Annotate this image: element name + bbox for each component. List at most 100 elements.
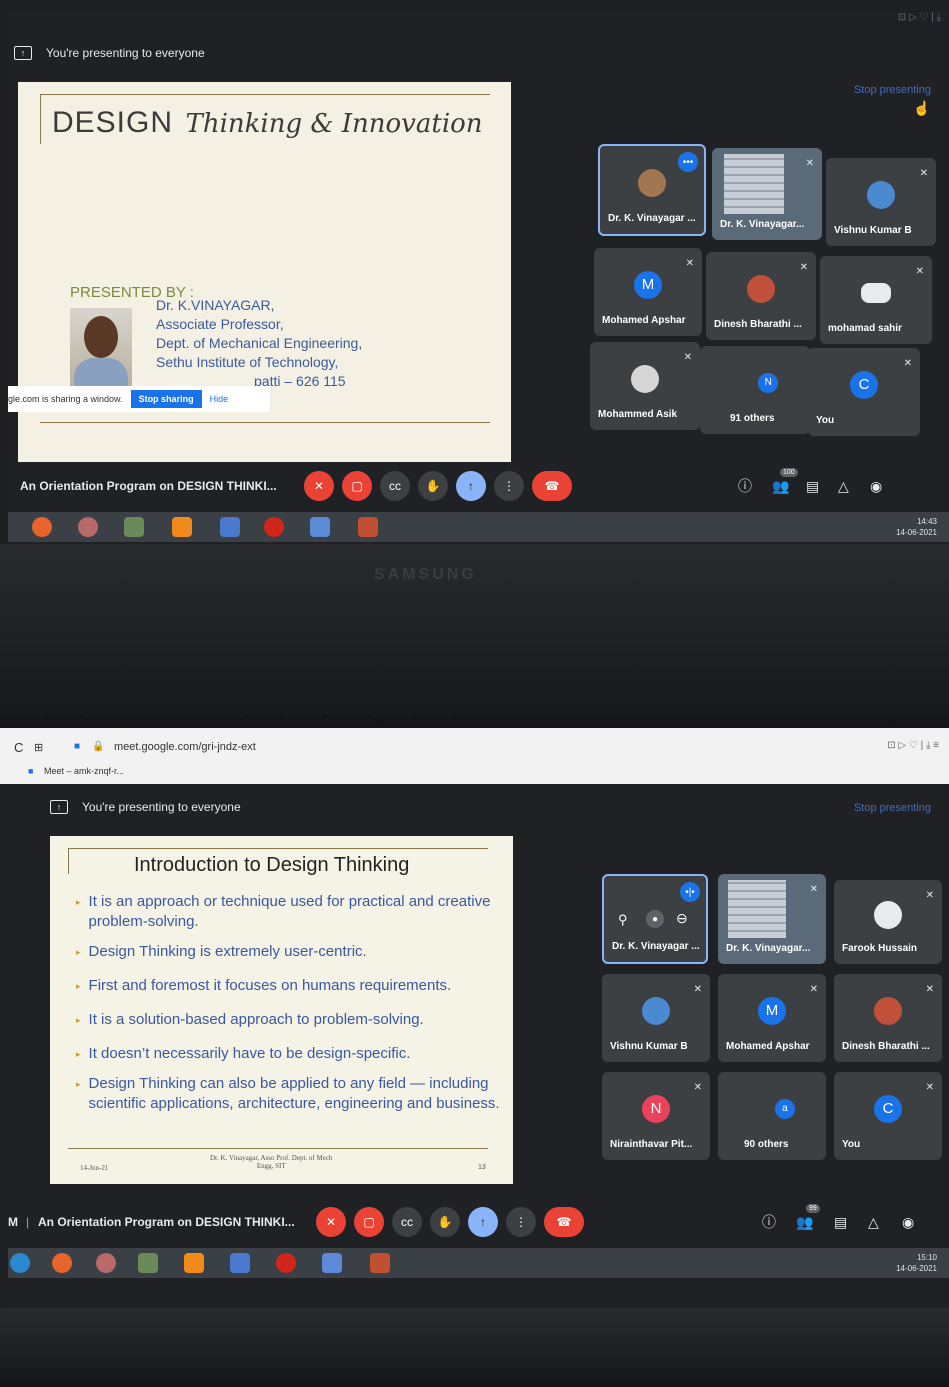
participant-tile[interactable]: ✕ Vishnu Kumar B	[602, 974, 710, 1062]
self-tile[interactable]: ✕ C You	[808, 348, 920, 436]
self-presenter-tile[interactable]: •|• ⚲ ● ⊖ Dr. K. Vinayagar ...	[602, 874, 708, 964]
self-tile[interactable]: ✕ C You	[834, 1072, 942, 1160]
participant-tile[interactable]: ••• Dr. K. Vinayagar ...	[598, 144, 706, 236]
powerpoint-icon[interactable]	[370, 1253, 390, 1273]
pin-icon[interactable]: ⚲	[618, 912, 628, 928]
info-icon[interactable]: ⓘ	[738, 476, 752, 496]
participant-tile[interactable]: ✕ M Mohamed Apshar	[594, 248, 702, 336]
others-tile[interactable]: a 90 others	[718, 1072, 826, 1160]
participant-avatar: N	[642, 1094, 670, 1123]
participant-photo	[867, 180, 895, 209]
host-controls-icon[interactable]: ◉	[870, 478, 882, 495]
edge-icon[interactable]	[10, 1253, 30, 1273]
activities-icon[interactable]: △	[868, 1214, 879, 1231]
present-button[interactable]: ↑	[456, 471, 486, 501]
participant-tile[interactable]: ✕ Farook Hussain	[834, 880, 942, 964]
presenting-text: You're presenting to everyone	[46, 46, 205, 60]
opera-icon[interactable]	[276, 1253, 296, 1273]
app-icon[interactable]	[138, 1253, 158, 1273]
participant-tile[interactable]: ✕ Dr. K. Vinayagar...	[712, 148, 822, 240]
participant-photo	[861, 282, 891, 303]
host-controls-icon[interactable]: ◉	[902, 1214, 914, 1231]
audio-level-icon: •|•	[680, 882, 700, 902]
app-icon[interactable]	[220, 517, 240, 537]
app-icon[interactable]	[124, 517, 144, 537]
participant-tile[interactable]: ✕ Dinesh Bharathi ...	[834, 974, 942, 1062]
cursor-icon: ☝	[913, 100, 931, 116]
more-options-button[interactable]: ⋮	[494, 471, 524, 501]
stop-sharing-button[interactable]: Stop sharing	[130, 390, 202, 408]
apps-icon[interactable]: ⊞	[34, 741, 43, 754]
activities-icon[interactable]: △	[838, 478, 849, 495]
participant-tile[interactable]: ✕ Mohammed Asik	[590, 342, 700, 430]
remove-icon[interactable]: ⊖	[676, 910, 688, 927]
mic-off-icon: ✕	[925, 890, 934, 901]
mic-off-icon: ✕	[919, 168, 928, 179]
leave-call-button[interactable]: ☎	[544, 1207, 584, 1237]
stop-presenting-link[interactable]: Stop presenting	[854, 84, 931, 96]
hide-sharing-button[interactable]: Hide	[210, 394, 229, 404]
more-options-button[interactable]: ⋮	[506, 1207, 536, 1237]
camera-off-button[interactable]: ▢	[354, 1207, 384, 1237]
present-screen-icon: ↑	[50, 800, 68, 814]
meeting-title: An Orientation Program on DESIGN THINKI.…	[20, 479, 277, 493]
raise-hand-button[interactable]: ✋	[418, 471, 448, 501]
powerpoint-icon[interactable]	[358, 517, 378, 537]
participant-tile[interactable]: ✕ mohamad sahir	[820, 256, 932, 344]
mic-off-icon: ✕	[925, 984, 934, 995]
address-bar[interactable]: meet.google.com/gri-jndz-ext	[114, 741, 256, 753]
browser-bar: C ⊞ ■ 🔒 meet.google.com/gri-jndz-ext ■ M…	[0, 728, 949, 784]
mic-icon[interactable]: ●	[646, 910, 664, 928]
mic-off-icon: ✕	[693, 1082, 702, 1093]
firefox-icon[interactable]	[32, 517, 52, 537]
more-options-icon[interactable]: •••	[678, 152, 698, 172]
participant-name: Dr. K. Vinayagar...	[726, 943, 811, 954]
info-icon[interactable]: ⓘ	[762, 1212, 776, 1232]
meet-screen-top: ⊡ ▷ ♡ | ⤓ ↑ You're presenting to everyon…	[8, 12, 949, 544]
captions-button[interactable]: cc	[392, 1207, 422, 1237]
bookmark-tab[interactable]: Meet – amk-znqf-r...	[44, 766, 124, 776]
presenter-designation: Associate Professor,	[156, 316, 284, 332]
chat-icon[interactable]: ▤	[834, 1214, 847, 1231]
chat-icon[interactable]: ▤	[806, 478, 819, 495]
meet-control-bar: An Orientation Program on DESIGN THINKI.…	[8, 460, 949, 512]
participant-name: Vishnu Kumar B	[834, 225, 912, 236]
app-icon[interactable]	[230, 1253, 250, 1273]
present-button[interactable]: ↑	[468, 1207, 498, 1237]
people-count-badge: 99	[806, 1204, 820, 1213]
camera-off-button[interactable]: ▢	[342, 471, 372, 501]
people-icon[interactable]: 👥	[772, 478, 789, 495]
participant-tile[interactable]: ✕ N Nirainthavar Pit...	[602, 1072, 710, 1160]
participant-tile[interactable]: ✕ Dinesh Bharathi ...	[706, 252, 816, 340]
stop-presenting-link[interactable]: Stop presenting	[854, 802, 931, 814]
raise-hand-button[interactable]: ✋	[430, 1207, 460, 1237]
participant-photo	[642, 996, 670, 1025]
reload-icon[interactable]: C	[14, 740, 23, 755]
vlc-icon[interactable]	[172, 517, 192, 537]
app-icon[interactable]	[96, 1253, 116, 1273]
laptop-brand: SAMSUNG	[374, 566, 477, 583]
others-tile[interactable]: N 91 others	[700, 346, 810, 434]
vlc-icon[interactable]	[184, 1253, 204, 1273]
mic-off-button[interactable]: ✕	[304, 471, 334, 501]
bookmark-icon[interactable]: ■	[28, 766, 33, 776]
slide-title-caps: DESIGN	[52, 106, 174, 139]
opera-icon[interactable]	[264, 517, 284, 537]
firefox-icon[interactable]	[52, 1253, 72, 1273]
participant-name: Dinesh Bharathi ...	[714, 319, 802, 330]
participant-tile[interactable]: ✕ Vishnu Kumar B	[826, 158, 936, 246]
captions-button[interactable]: cc	[380, 471, 410, 501]
clock-time: 15:10	[916, 1253, 937, 1262]
people-icon[interactable]: 👥	[796, 1214, 813, 1231]
app-icon[interactable]	[78, 517, 98, 537]
word-icon[interactable]	[310, 517, 330, 537]
slide-intro: Introduction to Design Thinking ▸ It is a…	[50, 836, 513, 1184]
leave-call-button[interactable]: ☎	[532, 471, 572, 501]
participant-tile[interactable]: ✕ M Mohamed Apshar	[718, 974, 826, 1062]
bullet-item: ▸ First and foremost it focuses on humans…	[76, 977, 452, 994]
participant-tile[interactable]: ✕ Dr. K. Vinayagar...	[718, 874, 826, 964]
word-icon[interactable]	[322, 1253, 342, 1273]
mic-off-button[interactable]: ✕	[316, 1207, 346, 1237]
shared-screen-thumbnail	[724, 154, 784, 214]
present-screen-icon: ↑	[14, 46, 32, 60]
